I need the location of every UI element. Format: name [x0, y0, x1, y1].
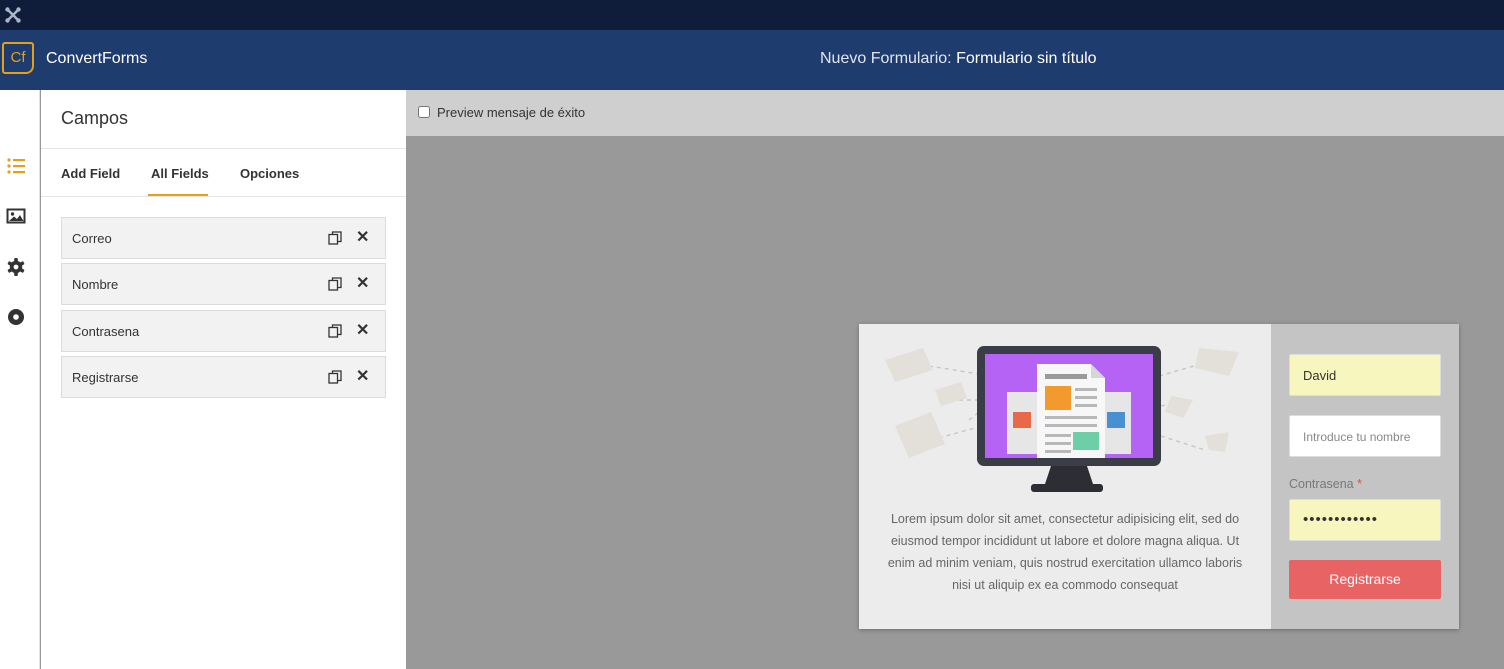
field-label: Contrasena: [72, 324, 140, 339]
copy-icon[interactable]: [328, 324, 342, 338]
form-description: Lorem ipsum dolor sit amet, consectetur …: [887, 512, 1243, 592]
email-field[interactable]: [1289, 354, 1441, 396]
close-icon[interactable]: ✕: [356, 275, 369, 293]
tab-opciones[interactable]: Opciones: [240, 166, 299, 181]
password-label: Contrasena *: [1289, 477, 1362, 491]
preview-success-label[interactable]: Preview mensaje de éxito: [437, 105, 585, 120]
preview-success-checkbox[interactable]: [418, 106, 430, 118]
tab-add-field[interactable]: Add Field: [61, 166, 120, 181]
icon-rail: [0, 90, 40, 669]
joomla-icon[interactable]: [4, 6, 22, 24]
divider: [41, 196, 406, 197]
field-label: Correo: [72, 231, 112, 246]
panel-title: Campos: [61, 108, 129, 128]
close-icon[interactable]: ✕: [356, 229, 369, 247]
close-icon[interactable]: ✕: [356, 322, 369, 340]
field-row-nombre[interactable]: Nombre ✕: [61, 263, 386, 305]
required-mark: *: [1357, 477, 1362, 491]
field-row-contrasena[interactable]: Contrasena ✕: [61, 310, 386, 352]
copy-icon[interactable]: [328, 231, 342, 245]
convertforms-logo: Cf: [2, 42, 34, 74]
copy-icon[interactable]: [328, 370, 342, 384]
copy-icon[interactable]: [328, 277, 342, 291]
close-icon[interactable]: ✕: [356, 368, 369, 386]
app-name: ConvertForms: [46, 50, 148, 67]
field-row-correo[interactable]: Correo ✕: [61, 217, 386, 259]
password-field[interactable]: ••••••••••••: [1289, 499, 1441, 541]
fields-panel: Campos Add Field All Fields Opciones Cor…: [41, 90, 406, 669]
form-fields-area: Contrasena * •••••••••••• Registrarse: [1271, 324, 1459, 629]
app-header: Cf ConvertForms Nuevo Formulario: Formul…: [0, 30, 1504, 90]
newsletter-illustration: [885, 346, 1239, 492]
image-icon[interactable]: [6, 206, 26, 226]
field-label: Registrarse: [72, 370, 139, 385]
form-preview-card: Lorem ipsum dolor sit amet, consectetur …: [859, 324, 1459, 629]
list-icon[interactable]: [6, 156, 26, 176]
form-title-prefix: Nuevo Formulario:: [820, 50, 952, 67]
register-button[interactable]: Registrarse: [1289, 560, 1441, 599]
admin-topbar: [0, 0, 1504, 30]
password-label-text: Contrasena: [1289, 477, 1354, 491]
field-row-registrarse[interactable]: Registrarse ✕: [61, 356, 386, 398]
target-icon[interactable]: [6, 307, 26, 327]
gear-icon[interactable]: [6, 257, 26, 277]
divider: [41, 148, 406, 149]
form-title[interactable]: Nuevo Formulario: Formulario sin título: [820, 50, 1097, 68]
preview-toolbar: Preview mensaje de éxito: [406, 90, 1504, 136]
form-title-name[interactable]: Formulario sin título: [956, 50, 1097, 67]
name-field[interactable]: [1289, 415, 1441, 457]
tab-all-fields[interactable]: All Fields: [151, 166, 209, 181]
field-label: Nombre: [72, 277, 119, 292]
